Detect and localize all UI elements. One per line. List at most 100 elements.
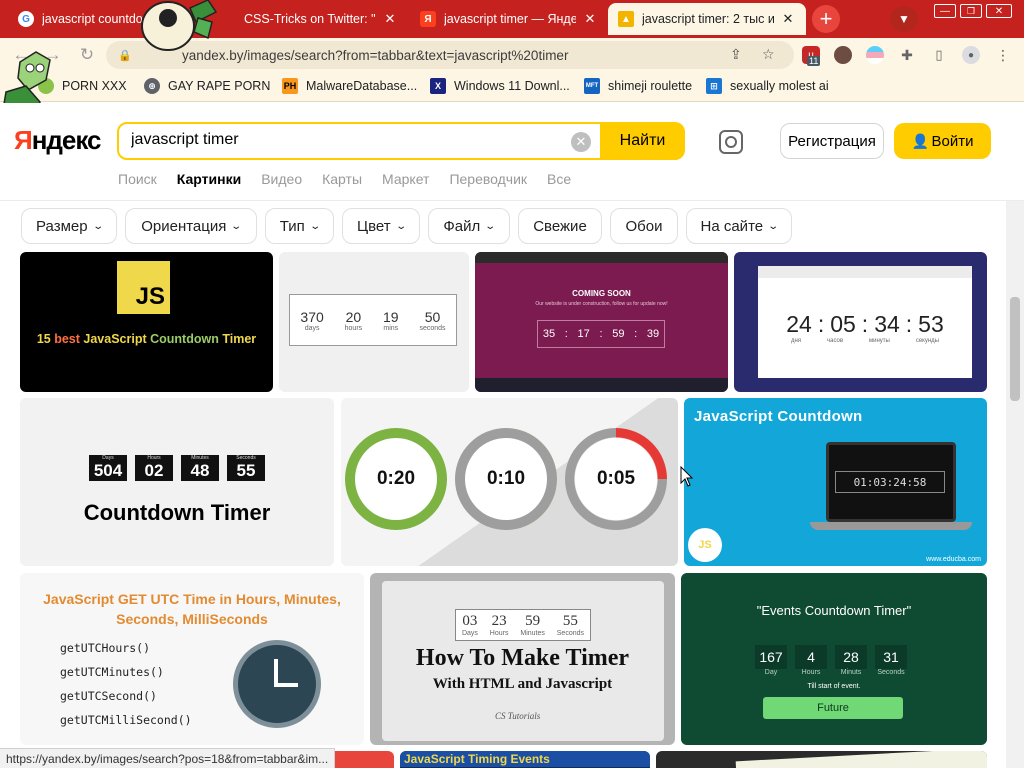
bookmark-star-icon[interactable]: ☆ [762,46,775,63]
forward-button[interactable]: → [42,44,64,66]
image-result[interactable]: JavaScript GET UTC Time in Hours, Minute… [20,573,364,745]
bookmark-label: GAY RAPE PORN [168,79,271,93]
filter-size[interactable]: Размер ⌄ [21,208,117,244]
bookmark-item[interactable]: MFT shimeji roulette [584,78,692,94]
share-icon[interactable]: ⇪ [730,46,742,63]
countdown-panel: 03 Days 23 Hours 59 Minutes 55 Seconds [455,609,591,641]
tab-javascript-countdown[interactable]: G javascript countdown [8,3,158,35]
side-panel-icon[interactable]: ▯ [930,46,948,64]
tab-search-button[interactable]: ▼ [890,6,918,32]
filter-color[interactable]: Цвет ⌄ [342,208,420,244]
chevron-down-icon: ⌄ [394,220,407,232]
image-result[interactable]: 03 Days 23 Hours 59 Minutes 55 Seconds How T… [370,573,675,745]
login-button[interactable]: 👤 Войти [894,123,991,159]
image-result[interactable]: Days 504 Hours 02 Minutes 48 Seconds 55 Coun… [20,398,334,566]
image-title: JavaScript Countdown [694,408,863,425]
yandex-header: Яндекс ✕ Найти Регистрация 👤 Войти Поиск… [0,103,1024,201]
logo-text: ндекс [31,125,102,155]
close-icon[interactable]: ✕ [780,11,796,27]
tab-maps[interactable]: Карты [322,171,362,187]
reload-button[interactable]: ↻ [76,44,98,66]
back-button[interactable]: ← [10,44,32,66]
filter-on-site[interactable]: На сайте ⌄ [686,208,792,244]
new-tab-button[interactable]: + [812,5,840,33]
profile-icon[interactable]: ● [962,46,980,64]
image-result[interactable]: JavaScript Timing Events [400,751,650,768]
filter-fresh[interactable]: Свежие [518,208,602,244]
tab-search[interactable]: Поиск [118,171,157,187]
puzzle-icon[interactable]: ✚ [898,46,916,64]
scrollbar-thumb[interactable] [1010,297,1020,401]
image-result[interactable] [656,751,987,768]
tab-css-tricks[interactable]: CSS-Tricks on Twitter: "Ha ✕ [218,3,408,35]
close-icon[interactable]: ✕ [582,11,598,27]
tab-yandex-images[interactable]: ▲ javascript timer: 2 тыс изо ✕ [608,3,806,35]
login-label: Войти [931,132,974,150]
tab-yandex-search[interactable]: Я javascript timer — Яндекс ✕ [410,3,608,35]
tab-market[interactable]: Маркет [382,171,429,187]
tab-images[interactable]: Картинки [177,171,241,187]
filter-label: На сайте [700,217,764,235]
signature: CS Tutorials [495,711,541,721]
bookmark-item[interactable]: PORN XXX [38,78,127,94]
flag-extension-icon[interactable] [866,46,884,64]
yandex-logo[interactable]: Яндекс [14,125,101,156]
image-caption: 15 best JavaScript Countdown Timer [36,332,257,346]
filter-label: Размер [36,217,88,235]
chevron-down-icon: ▼ [898,12,910,26]
chevron-down-icon: ⌄ [309,220,321,232]
chevron-down-icon: ⌄ [230,220,243,232]
close-window-button[interactable]: ✕ [982,0,1016,22]
image-result[interactable]: COMING SOON Our website is under constru… [475,252,728,392]
filter-label: Ориентация [141,217,227,235]
search-input[interactable] [131,131,571,149]
bookmark-item[interactable]: ⊞ sexually molest ai [706,78,829,94]
chevron-down-icon: ⌄ [91,220,104,232]
clear-search-button[interactable]: ✕ [571,132,591,152]
image-result[interactable]: JavaScript Countdown 01:03:24:58 JS www.… [684,398,987,566]
image-result[interactable]: 0:20 0:10 0:05 [341,398,678,566]
filter-bar: Размер ⌄ Ориентация ⌄ Тип ⌄ Цвет ⌄ Файл ⌄ Све… [0,201,1024,251]
filter-type[interactable]: Тип ⌄ [265,208,334,244]
chevron-down-icon: ⌄ [484,220,497,232]
js-badge: JS [688,528,722,562]
tab-all[interactable]: Все [547,171,571,187]
image-result[interactable]: 370 days 20 hours 19 mins 50 seconds [279,252,469,392]
bookmark-item[interactable]: X Windows 11 Downl... [430,78,570,94]
avatar-extension-icon[interactable] [834,46,852,64]
register-button[interactable]: Регистрация [780,123,884,159]
bookmark-label: MalwareDatabase... [306,79,418,93]
image-title: Countdown Timer [83,500,271,525]
page-scrollbar[interactable] [1006,201,1024,768]
bookmark-label: Windows 11 Downl... [454,79,570,93]
tab-translator[interactable]: Переводчик [449,171,527,187]
laptop-illustration: 01:03:24:58 [826,442,956,522]
address-bar[interactable]: 🔒 yandex.by/images/search?from=tabbar&te… [106,41,794,69]
filter-wallpapers[interactable]: Обои [610,208,678,244]
image-result[interactable]: "Events Countdown Timer" 167 4 28 31 Day… [681,573,987,745]
timer-ring: 0:10 [455,428,557,530]
arrow-right-icon: → [44,45,62,64]
bookmark-label: shimeji roulette [608,79,693,93]
image-result[interactable]: 24:05:34:53 дня часов минуты секунды [734,252,987,392]
person-icon: 👤 [911,132,929,149]
countdown-boxes: 167 4 28 31 [755,645,907,669]
more-menu-icon[interactable]: ⋮ [994,46,1012,64]
filter-orientation[interactable]: Ориентация ⌄ [125,208,257,244]
browser-bar [475,252,728,263]
logo-letter: Я [14,125,33,155]
browser-toolbar: ← → ↻ 🔒 yandex.by/images/search?from=tab… [0,38,1024,72]
find-button[interactable]: Найти [600,122,685,160]
image-result[interactable]: JS 15 best JavaScript Countdown Timer [20,252,273,392]
folder-icon [38,78,54,94]
bookmark-item[interactable]: PH MalwareDatabase... [282,78,417,94]
filter-label: Файл [443,217,481,235]
x-icon: X [430,78,446,94]
tab-video[interactable]: Видео [261,171,302,187]
bookmark-item[interactable]: ⊕ GAY RAPE PORN [144,78,270,94]
image-search-camera-icon[interactable] [719,130,743,154]
close-icon[interactable]: ✕ [382,11,398,27]
yandex-images-icon: ▲ [618,11,634,27]
filter-file[interactable]: Файл ⌄ [428,208,510,244]
countdown-display: 01:03:24:58 [835,471,945,493]
